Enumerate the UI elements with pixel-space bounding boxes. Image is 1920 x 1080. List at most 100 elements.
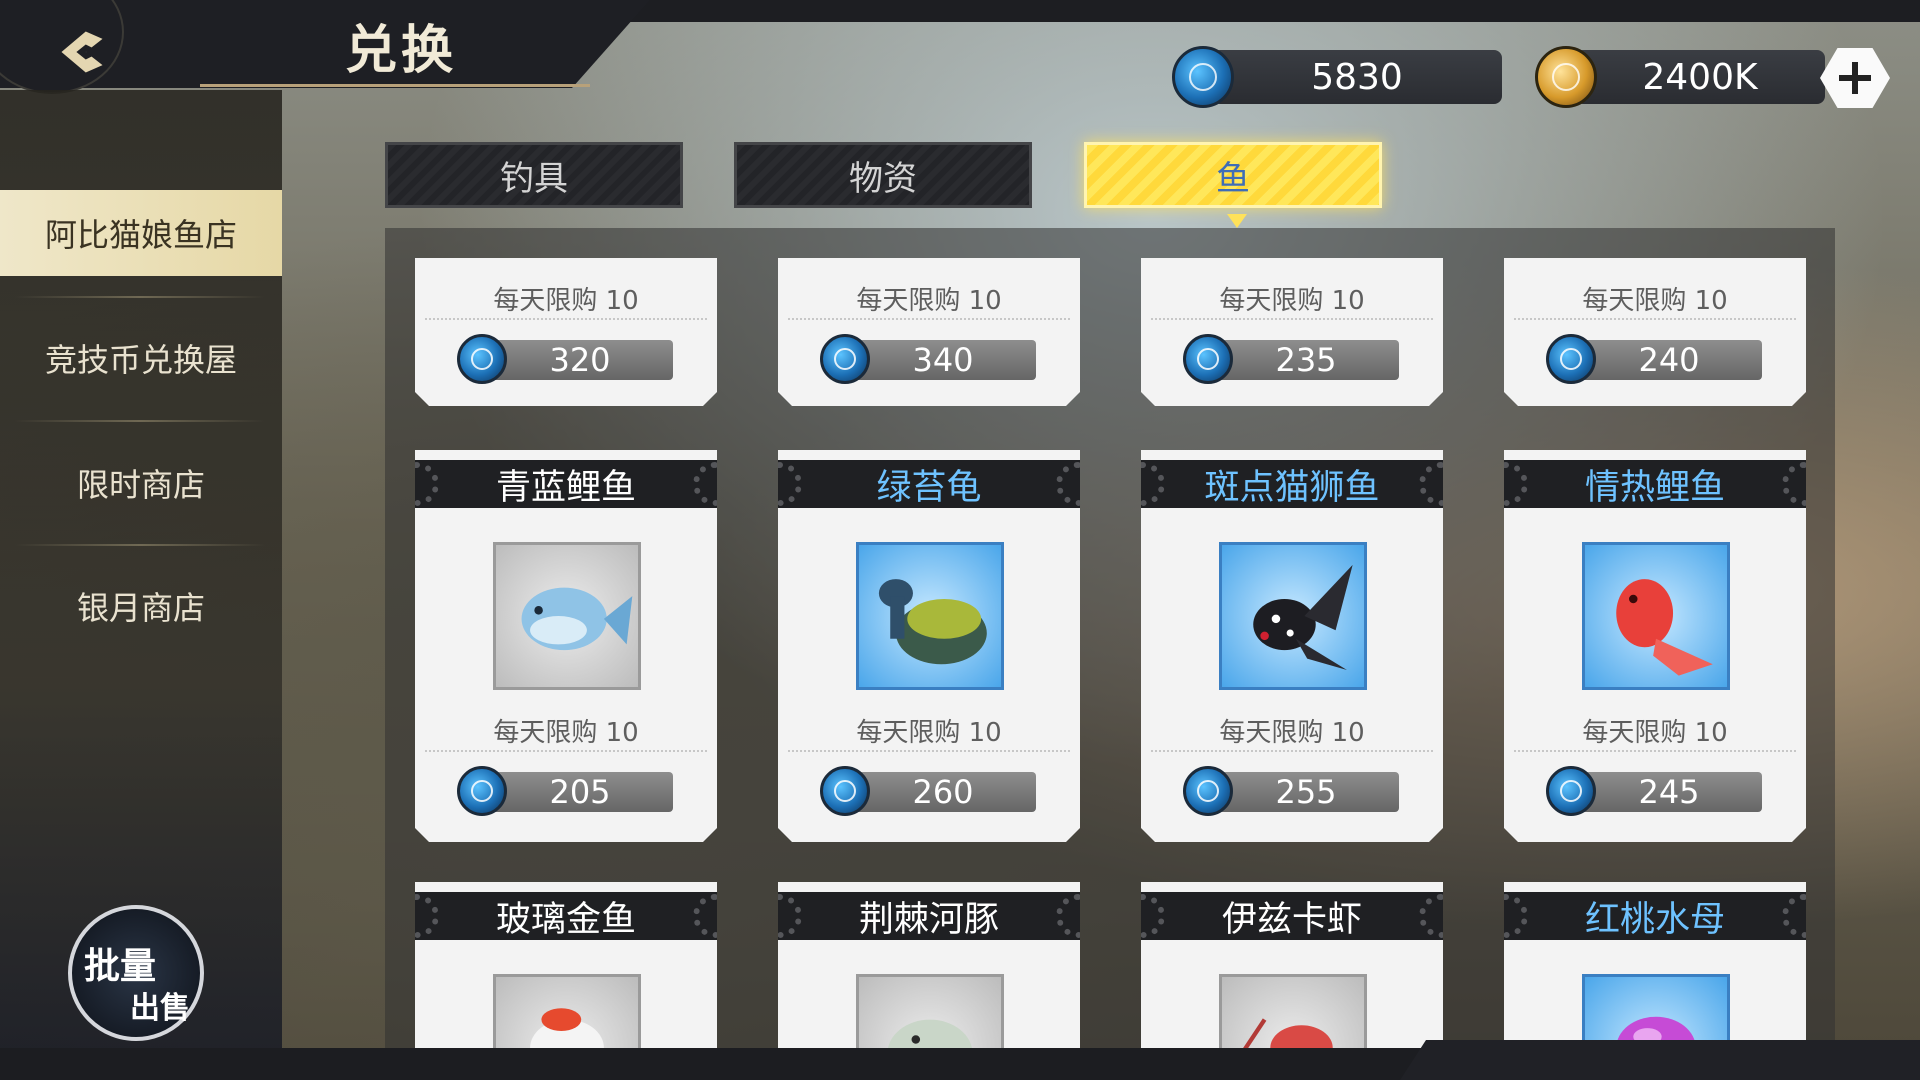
gear-icon — [1782, 894, 1826, 938]
price-tag[interactable]: 240 — [1546, 336, 1762, 382]
blue-coin-value: 5830 — [1212, 50, 1502, 104]
price-value: 205 — [487, 772, 673, 812]
sidebar-item-label: 银月商店 — [76, 589, 205, 627]
bulk-sell-label-1: 批量 — [84, 945, 157, 987]
divider — [788, 318, 1070, 320]
sidebar-divider — [15, 296, 265, 298]
divider — [1151, 318, 1433, 320]
daily-limit-text: 每天限购 10 — [856, 286, 1002, 316]
item-name: 红桃水母 — [1584, 899, 1725, 940]
header: 兑换 5830 2400K — [0, 0, 1920, 108]
page-title: 兑换 — [345, 20, 458, 81]
gear-icon — [1419, 894, 1463, 938]
gold-coin-icon — [1535, 46, 1597, 108]
gold-coin-value: 2400K — [1575, 50, 1825, 104]
gear-icon — [1121, 462, 1165, 506]
shop-card[interactable]: 每天限购 10 235 — [1141, 258, 1443, 406]
sidebar-item-silver-moon-shop[interactable]: 银月商店 — [0, 563, 282, 649]
blue-coin-icon — [1172, 46, 1234, 108]
shop-card-passion-carp[interactable]: 情热鲤鱼 每天限购 10 245 — [1504, 450, 1806, 842]
tab-label: 鱼 — [1216, 158, 1250, 199]
price-tag[interactable]: 235 — [1183, 336, 1399, 382]
item-name: 绿苔龟 — [876, 467, 982, 508]
blue-coin-icon — [820, 766, 870, 816]
item-name-bar: 斑点猫狮鱼 — [1121, 460, 1463, 508]
price-value: 260 — [850, 772, 1036, 812]
bulk-sell-button[interactable]: 批量 出售 — [68, 905, 204, 1041]
gold-coin-counter: 2400K — [1535, 46, 1835, 108]
price-tag[interactable]: 260 — [820, 768, 1036, 814]
daily-limit-text: 每天限购 10 — [493, 286, 639, 316]
price-value: 340 — [850, 340, 1036, 380]
item-name-bar: 玻璃金鱼 — [395, 892, 737, 940]
gear-icon — [395, 894, 439, 938]
blue-coin-icon — [1546, 334, 1596, 384]
shop-card-heart-jellyfish[interactable]: 红桃水母 — [1504, 882, 1806, 1048]
spotted-lionhead-fish-icon — [1219, 542, 1367, 690]
price-tag[interactable]: 320 — [457, 336, 673, 382]
moss-turtle-icon — [856, 542, 1004, 690]
sidebar-item-abi-catgirl-fish-shop[interactable]: 阿比猫娘鱼店 — [0, 190, 282, 276]
tab-supplies[interactable]: 物资 — [734, 142, 1032, 208]
shop-card-moss-turtle[interactable]: 绿苔龟 每天限购 10 260 — [778, 450, 1080, 842]
price-tag[interactable]: 205 — [457, 768, 673, 814]
gear-icon — [1056, 894, 1100, 938]
divider — [1514, 750, 1796, 752]
sidebar-item-label: 限时商店 — [76, 466, 205, 504]
gear-icon — [758, 462, 802, 506]
shop-card-cyan-carp[interactable]: 青蓝鲤鱼 每天限购 10 205 — [415, 450, 717, 842]
item-name-bar: 情热鲤鱼 — [1484, 460, 1826, 508]
gear-icon — [395, 462, 439, 506]
blue-coin-icon — [1183, 334, 1233, 384]
tab-label: 物资 — [849, 158, 917, 199]
daily-limit-text: 每天限购 10 — [856, 718, 1002, 748]
item-name: 斑点猫狮鱼 — [1204, 467, 1380, 508]
sidebar-divider — [15, 420, 265, 422]
price-tag[interactable]: 340 — [820, 336, 1036, 382]
gear-icon — [1419, 462, 1463, 506]
gear-icon — [1484, 462, 1528, 506]
back-arrow-icon — [61, 31, 103, 73]
item-name-bar: 红桃水母 — [1484, 892, 1826, 940]
bulk-sell-label-2: 出售 — [130, 991, 190, 1026]
price-value: 255 — [1213, 772, 1399, 812]
price-tag[interactable]: 255 — [1183, 768, 1399, 814]
tab-label: 钓具 — [500, 158, 568, 199]
item-name: 玻璃金鱼 — [495, 899, 636, 940]
divider — [425, 318, 707, 320]
item-name: 情热鲤鱼 — [1584, 467, 1725, 508]
blue-coin-icon — [1546, 766, 1596, 816]
shop-card[interactable]: 每天限购 10 320 — [415, 258, 717, 406]
sidebar-item-arena-coin-exchange[interactable]: 竞技币兑换屋 — [0, 315, 282, 401]
back-button[interactable] — [0, 0, 124, 94]
blue-coin-icon — [457, 334, 507, 384]
divider — [425, 750, 707, 752]
price-tag[interactable]: 245 — [1546, 768, 1762, 814]
title-underline — [200, 84, 590, 87]
shop-card[interactable]: 每天限购 10 340 — [778, 258, 1080, 406]
shop-card[interactable]: 每天限购 10 240 — [1504, 258, 1806, 406]
shop-card-thorn-pufferfish[interactable]: 荆棘河豚 — [778, 882, 1080, 1048]
price-value: 235 — [1213, 340, 1399, 380]
cyan-carp-icon — [493, 542, 641, 690]
item-name-bar: 荆棘河豚 — [758, 892, 1100, 940]
shop-grid[interactable]: 每天限购 10 320 每天限购 10 340 每天限购 10 235 每天限购… — [385, 228, 1835, 1048]
heart-jellyfish-icon — [1582, 974, 1730, 1048]
plus-icon — [1839, 62, 1871, 94]
gear-icon — [693, 894, 737, 938]
shop-card-glass-goldfish[interactable]: 玻璃金鱼 — [415, 882, 717, 1048]
daily-limit-text: 每天限购 10 — [493, 718, 639, 748]
izka-shrimp-icon — [1219, 974, 1367, 1048]
blue-coin-icon — [820, 334, 870, 384]
thorn-pufferfish-icon — [856, 974, 1004, 1048]
gear-icon — [693, 462, 737, 506]
divider — [1151, 750, 1433, 752]
gear-icon — [1121, 894, 1165, 938]
tab-fishing-gear[interactable]: 钓具 — [385, 142, 683, 208]
tab-caret-icon — [1227, 214, 1247, 228]
sidebar-item-limited-shop[interactable]: 限时商店 — [0, 440, 282, 526]
tab-fish[interactable]: 鱼 — [1084, 142, 1382, 208]
price-value: 245 — [1576, 772, 1762, 812]
shop-card-izka-shrimp[interactable]: 伊兹卡虾 — [1141, 882, 1443, 1048]
shop-card-spotted-lionhead-fish[interactable]: 斑点猫狮鱼 每天限购 10 255 — [1141, 450, 1443, 842]
